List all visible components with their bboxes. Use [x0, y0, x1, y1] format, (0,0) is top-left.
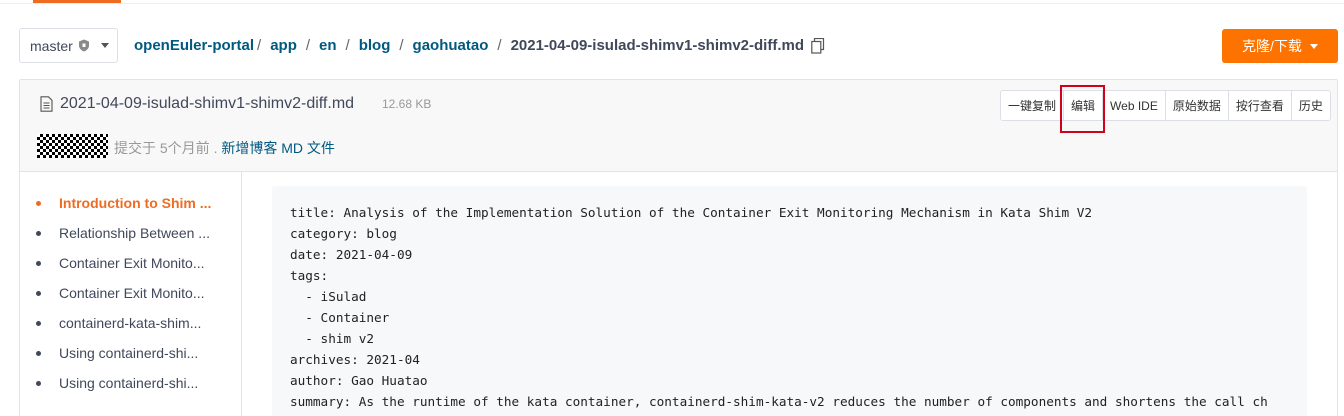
- copy-icon[interactable]: [811, 37, 825, 54]
- code-line: tags:: [290, 268, 329, 283]
- code-line: - shim v2: [290, 331, 375, 346]
- code-line: date: 2021-04-09: [290, 247, 413, 262]
- chevron-down-icon: [1309, 43, 1318, 49]
- breadcrumb-separator: /: [345, 37, 350, 54]
- breadcrumb: openEuler-portal / app / en / blog / gao…: [134, 37, 825, 54]
- toc-item-label: Using containerd-shi...: [59, 375, 199, 391]
- code-line: category: blog: [290, 226, 397, 241]
- bullet: [36, 290, 41, 296]
- toc-item[interactable]: Introduction to Shim ...: [36, 195, 211, 211]
- toc-item-label: containerd-kata-shim...: [59, 315, 202, 331]
- file-name: 2021-04-09-isulad-shimv1-shimv2-diff.md: [60, 95, 355, 112]
- clone-download-button[interactable]: 克隆/下载: [1222, 29, 1338, 63]
- breadcrumb-separator: /: [497, 37, 502, 54]
- raw-button[interactable]: 原始数据: [1164, 91, 1228, 120]
- toc-item[interactable]: Container Exit Monito...: [36, 285, 205, 301]
- toc-item[interactable]: Using containerd-shi...: [36, 345, 198, 361]
- blame-button[interactable]: 按行查看: [1227, 91, 1291, 120]
- bullet: [36, 320, 41, 326]
- breadcrumb-item-blog[interactable]: blog: [359, 37, 391, 54]
- code-line: archives: 2021-04: [290, 352, 420, 367]
- bullet: [36, 200, 41, 206]
- toc-item[interactable]: Using containerd-shi...: [36, 375, 198, 391]
- file-size: 12.68 KB: [382, 97, 432, 111]
- table-of-contents: Introduction to Shim ... Relationship Be…: [20, 172, 242, 416]
- breadcrumb-item-app[interactable]: app: [270, 37, 297, 54]
- branch-selector[interactable]: master: [19, 28, 118, 63]
- bullet: [36, 350, 41, 356]
- toc-item-label: Introduction to Shim ...: [59, 195, 212, 211]
- toc-item-label: Container Exit Monito...: [59, 255, 205, 271]
- toc-item-label: Relationship Between ...: [59, 225, 210, 241]
- code-line: summary: As the runtime of the kata cont…: [290, 394, 1268, 409]
- toc-item[interactable]: containerd-kata-shim...: [36, 315, 201, 331]
- file-panel: 2021-04-09-isulad-shimv1-shimv2-diff.md …: [19, 79, 1338, 416]
- breadcrumb-current-file: 2021-04-09-isulad-shimv1-shimv2-diff.md: [510, 37, 804, 54]
- copy-all-button[interactable]: 一键复制: [1001, 91, 1063, 120]
- avatar[interactable]: [37, 134, 108, 158]
- toc-item-label: Using containerd-shi...: [59, 345, 199, 361]
- front-matter-code-block: title: Analysis of the Implementation So…: [272, 186, 1307, 416]
- bullet: [36, 230, 41, 236]
- divider: [0, 3, 1344, 4]
- breadcrumb-item-en[interactable]: en: [319, 37, 337, 54]
- toc-item[interactable]: Relationship Between ...: [36, 225, 210, 241]
- code-line: author: Gao Huatao: [290, 373, 428, 388]
- history-button[interactable]: 历史: [1290, 91, 1330, 120]
- web-ide-button[interactable]: Web IDE: [1102, 91, 1165, 120]
- toc-item-label: Container Exit Monito...: [59, 285, 205, 301]
- clone-download-label: 克隆/下载: [1242, 38, 1302, 54]
- shield-icon: [78, 39, 89, 52]
- breadcrumb-item-author[interactable]: gaohuatao: [413, 37, 489, 54]
- breadcrumb-separator: /: [257, 37, 262, 54]
- toc-item[interactable]: Container Exit Monito...: [36, 255, 205, 271]
- code-line: - iSulad: [290, 289, 367, 304]
- chevron-down-icon: [100, 43, 109, 48]
- commit-message-link[interactable]: 新增博客 MD 文件: [221, 140, 335, 156]
- breadcrumb-item-repo[interactable]: openEuler-portal: [134, 37, 254, 54]
- branch-label: master: [30, 37, 73, 54]
- code-line: title: Analysis of the Implementation So…: [290, 205, 1093, 220]
- bullet: [36, 260, 41, 266]
- code-line: - Container: [290, 310, 390, 325]
- file-header: 2021-04-09-isulad-shimv1-shimv2-diff.md …: [20, 80, 1337, 172]
- bullet: [36, 380, 41, 386]
- commit-time: 提交于 5个月前 .: [114, 140, 218, 156]
- edit-button[interactable]: 编辑: [1063, 91, 1102, 120]
- file-actions: 一键复制 编辑 Web IDE 原始数据 按行查看 历史: [1000, 90, 1331, 121]
- commit-info: 提交于 5个月前 . 新增博客 MD 文件: [114, 138, 335, 158]
- breadcrumb-separator: /: [399, 37, 404, 54]
- file-icon: [40, 96, 53, 112]
- breadcrumb-separator: /: [305, 37, 311, 54]
